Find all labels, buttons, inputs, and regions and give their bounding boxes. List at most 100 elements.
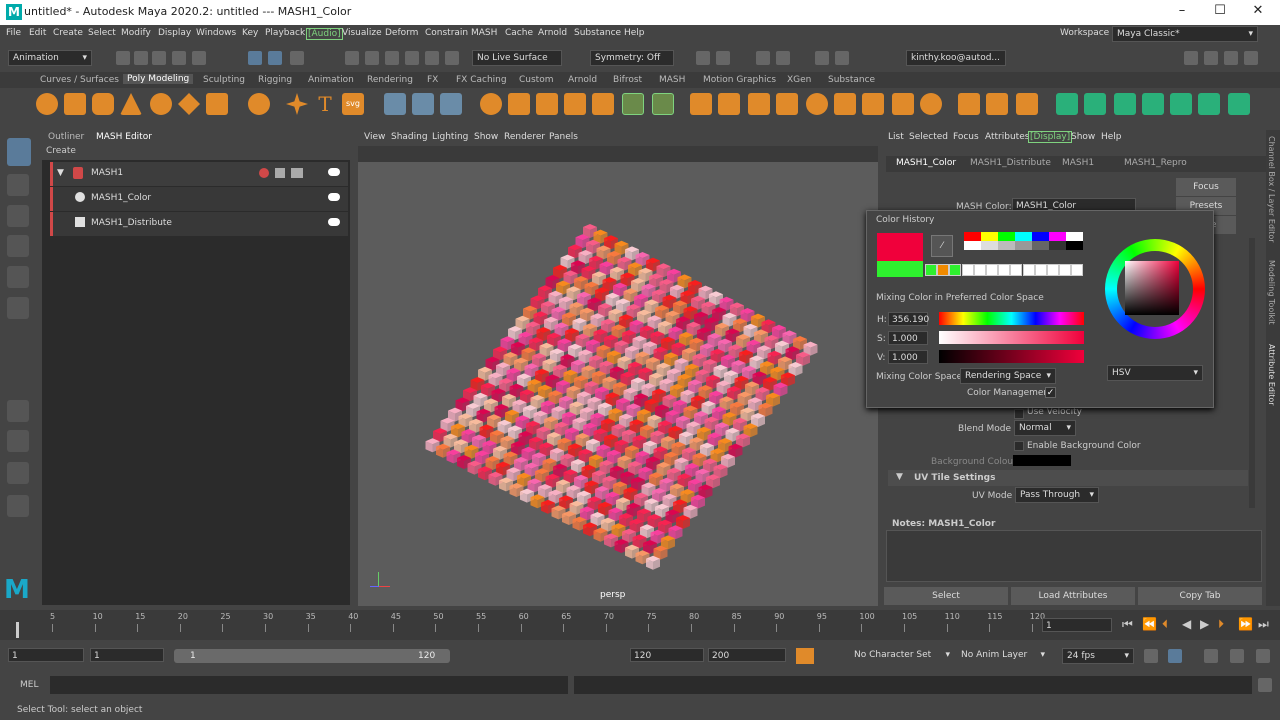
history-swatch[interactable] bbox=[998, 241, 1015, 250]
vp-menu-renderer[interactable]: Renderer bbox=[504, 132, 545, 142]
fps-dropdown[interactable]: 24 fps ▾ bbox=[1062, 648, 1134, 664]
menu-mash[interactable]: MASH bbox=[471, 28, 497, 38]
history-swatch[interactable] bbox=[1071, 264, 1084, 276]
workspace-icon-2[interactable] bbox=[1204, 51, 1218, 65]
hue-wheel[interactable] bbox=[1105, 239, 1205, 339]
poly-cone-icon[interactable] bbox=[120, 93, 142, 115]
stop-icon[interactable] bbox=[815, 51, 829, 65]
history-swatch[interactable] bbox=[1066, 232, 1083, 241]
select-tool-icon[interactable] bbox=[7, 138, 31, 166]
extrude-icon[interactable] bbox=[622, 93, 644, 115]
color-management-checkbox[interactable]: ✓ bbox=[1045, 387, 1056, 398]
load-attributes-button[interactable]: Load Attributes bbox=[1011, 587, 1135, 605]
eyedropper-icon[interactable]: ⁄ bbox=[931, 235, 953, 257]
history-swatch[interactable] bbox=[998, 232, 1015, 241]
history-swatch[interactable] bbox=[981, 241, 998, 250]
ae-tab-mash1-color[interactable]: MASH1_Color bbox=[896, 158, 956, 168]
ae-tab-mash1-repro[interactable]: MASH1_Repro bbox=[1124, 158, 1187, 168]
menu-create[interactable]: Create bbox=[53, 28, 83, 38]
select-by-hierarchy-icon[interactable] bbox=[248, 51, 262, 65]
color-mode-dropdown[interactable]: HSV ▾ bbox=[1107, 365, 1203, 381]
boolean-icon[interactable] bbox=[592, 93, 614, 115]
anim-layer-dropdown[interactable]: No Anim Layer ▾ bbox=[957, 648, 1049, 664]
workspace-icon-1[interactable] bbox=[1184, 51, 1198, 65]
ae-tab-mash1-distribute[interactable]: MASH1_Distribute bbox=[970, 158, 1051, 168]
shelf-tab-animation[interactable]: Animation bbox=[308, 75, 354, 85]
target-weld-icon[interactable] bbox=[806, 93, 828, 115]
hue-field[interactable]: 356.190 bbox=[888, 312, 929, 326]
go-to-end-icon[interactable]: ⏭ bbox=[1258, 617, 1269, 632]
workspace-icon-3[interactable] bbox=[1224, 51, 1238, 65]
ae-menu-list[interactable]: List bbox=[888, 132, 904, 142]
end-time-field[interactable]: 200 bbox=[708, 648, 786, 662]
node-options-icon[interactable] bbox=[291, 168, 303, 178]
blend-mode-dropdown[interactable]: Normal ▾ bbox=[1014, 420, 1076, 436]
mesh-tool-2-icon[interactable] bbox=[412, 93, 434, 115]
color-history-grid[interactable] bbox=[964, 232, 1084, 252]
history-swatch[interactable] bbox=[1066, 241, 1083, 250]
ae-tab-mash1[interactable]: MASH1 bbox=[1062, 158, 1094, 168]
current-time-marker[interactable] bbox=[16, 622, 19, 638]
saturation-field[interactable]: 1.000 bbox=[888, 331, 928, 345]
shelf-tab-substance[interactable]: Substance bbox=[828, 75, 875, 85]
poly-torus-icon[interactable] bbox=[150, 93, 172, 115]
menu-edit[interactable]: Edit bbox=[29, 28, 46, 38]
color-history-row[interactable] bbox=[925, 264, 1085, 276]
fill-hole-icon[interactable] bbox=[748, 93, 770, 115]
history-swatch[interactable] bbox=[937, 264, 950, 276]
ae-menu-focus[interactable]: Focus bbox=[953, 132, 979, 142]
paint-select-tool-icon[interactable] bbox=[7, 205, 29, 227]
select-by-object-icon[interactable] bbox=[268, 51, 282, 65]
uv-editor-icon[interactable] bbox=[958, 93, 980, 115]
menu-deform[interactable]: Deform bbox=[385, 28, 418, 38]
mash-color-node-row[interactable]: MASH1_Color bbox=[50, 187, 348, 211]
anim-prefs-icon[interactable] bbox=[1230, 649, 1244, 663]
collapse-icon[interactable] bbox=[862, 93, 884, 115]
shelf-tab-arnold[interactable]: Arnold bbox=[568, 75, 597, 85]
history-swatch[interactable] bbox=[998, 264, 1011, 276]
mash-distribute-icon[interactable] bbox=[1084, 93, 1106, 115]
snap-grid-icon[interactable] bbox=[345, 51, 359, 65]
user-account-dropdown[interactable]: kinthy.koo@autod... bbox=[906, 50, 1006, 66]
connect-icon[interactable] bbox=[834, 93, 856, 115]
play-forwards-icon[interactable]: ▶ bbox=[1200, 617, 1209, 631]
mash-repro-icon[interactable] bbox=[1198, 93, 1220, 115]
menu-constrain[interactable]: Constrain bbox=[425, 28, 468, 38]
workspace-icon-4[interactable] bbox=[1244, 51, 1258, 65]
poly-platonic-icon[interactable] bbox=[248, 93, 270, 115]
menu-modify[interactable]: Modify bbox=[121, 28, 151, 38]
poly-plane-icon[interactable] bbox=[178, 93, 200, 115]
settings-icon[interactable] bbox=[1256, 649, 1270, 663]
vp-menu-view[interactable]: View bbox=[364, 132, 385, 142]
saturation-slider[interactable] bbox=[939, 331, 1084, 344]
history-swatch[interactable] bbox=[1015, 232, 1032, 241]
ae-menu-selected[interactable]: Selected bbox=[909, 132, 948, 142]
poly-sphere-icon[interactable] bbox=[36, 93, 58, 115]
value-field[interactable]: 1.000 bbox=[888, 350, 928, 364]
close-icon[interactable]: ✕ bbox=[1248, 3, 1268, 18]
ae-menu-display[interactable]: [Display] bbox=[1028, 131, 1073, 143]
viewport-panel[interactable]: View Shading Lighting Show Renderer Pane… bbox=[358, 130, 878, 606]
snap-curve-icon[interactable] bbox=[365, 51, 379, 65]
node-info-icon[interactable] bbox=[275, 168, 285, 178]
mash-network-icon[interactable] bbox=[1056, 93, 1078, 115]
uv-mode-dropdown[interactable]: Pass Through ▾ bbox=[1015, 487, 1099, 503]
history-swatch[interactable] bbox=[986, 264, 998, 276]
uv-unfold-icon[interactable] bbox=[986, 93, 1008, 115]
ae-menu-show[interactable]: Show bbox=[1071, 132, 1095, 142]
smooth-icon[interactable] bbox=[536, 93, 558, 115]
shelf-tab-rigging[interactable]: Rigging bbox=[258, 75, 292, 85]
enable-background-checkbox[interactable] bbox=[1014, 441, 1024, 451]
mel-label[interactable]: MEL bbox=[20, 680, 38, 690]
history-swatch[interactable] bbox=[961, 264, 974, 276]
history-swatch[interactable] bbox=[964, 241, 981, 250]
menu-arnold[interactable]: Arnold bbox=[538, 28, 567, 38]
vp-menu-panels[interactable]: Panels bbox=[549, 132, 578, 142]
mesh-tool-1-icon[interactable] bbox=[384, 93, 406, 115]
tab-outliner[interactable]: Outliner bbox=[48, 132, 84, 142]
shelf-tab-custom[interactable]: Custom bbox=[519, 75, 553, 85]
history-swatch[interactable] bbox=[981, 232, 998, 241]
shelf-tab-motion-graphics[interactable]: Motion Graphics bbox=[703, 75, 776, 85]
vp-menu-lighting[interactable]: Lighting bbox=[432, 132, 468, 142]
time-slider[interactable]: 5 10 15 20 25 30 35 40 45 50 55 60 65 70 75 80 85 90 95 100… bbox=[0, 610, 1280, 640]
